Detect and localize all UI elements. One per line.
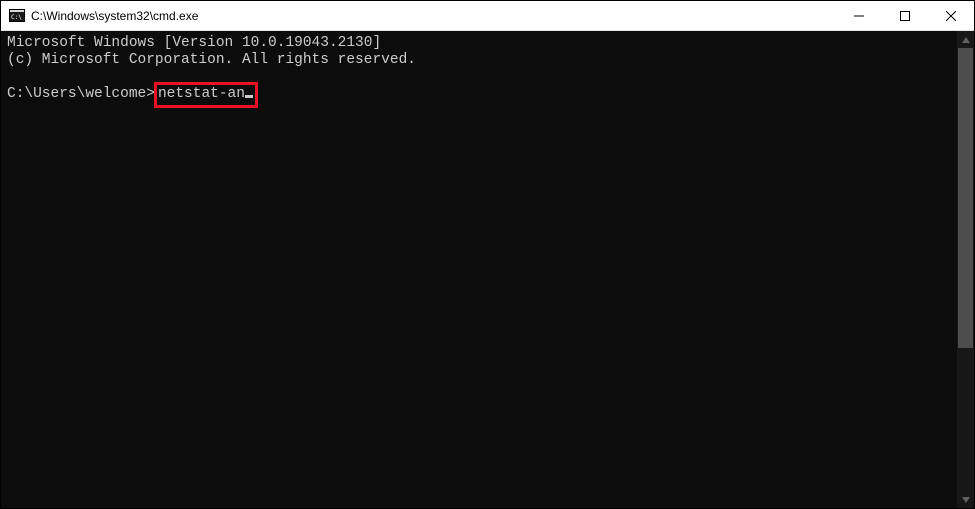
command-highlight: netstat-an xyxy=(154,82,258,108)
scroll-down-arrow[interactable] xyxy=(957,491,974,508)
window-titlebar[interactable]: C:\ C:\Windows\system32\cmd.exe xyxy=(1,1,974,31)
prompt: C:\Users\welcome> xyxy=(7,86,155,102)
banner-line-2: (c) Microsoft Corporation. All rights re… xyxy=(7,52,416,68)
terminal-area: Microsoft Windows [Version 10.0.19043.21… xyxy=(1,31,974,508)
typed-command: netstat-an xyxy=(158,86,245,102)
minimize-button[interactable] xyxy=(836,1,882,31)
close-button[interactable] xyxy=(928,1,974,31)
vertical-scrollbar[interactable] xyxy=(957,31,974,508)
cmd-icon: C:\ xyxy=(9,8,25,24)
scroll-up-arrow[interactable] xyxy=(957,31,974,48)
banner-line-1: Microsoft Windows [Version 10.0.19043.21… xyxy=(7,35,381,51)
maximize-button[interactable] xyxy=(882,1,928,31)
window-title: C:\Windows\system32\cmd.exe xyxy=(31,9,198,23)
scroll-thumb[interactable] xyxy=(958,48,973,348)
text-cursor xyxy=(245,95,253,98)
svg-text:C:\: C:\ xyxy=(11,14,22,21)
terminal-output[interactable]: Microsoft Windows [Version 10.0.19043.21… xyxy=(1,31,957,508)
